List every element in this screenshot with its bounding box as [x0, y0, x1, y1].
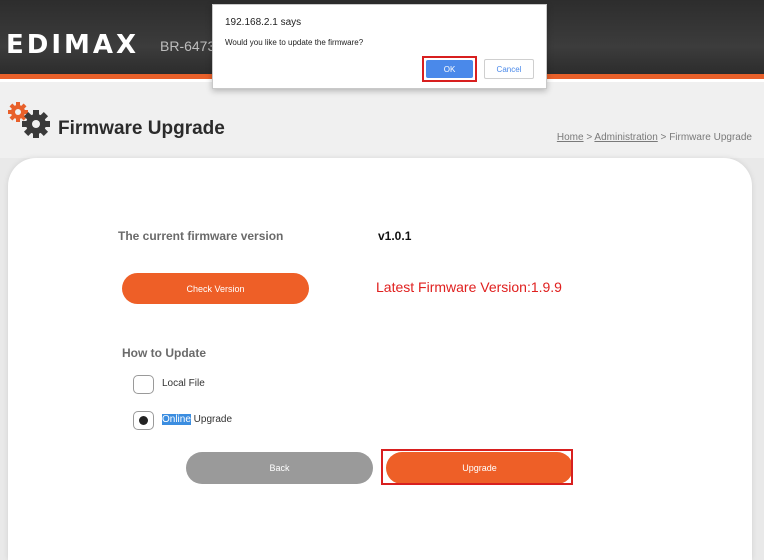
gear-icon	[8, 102, 50, 138]
model-name: BR-6473	[160, 38, 216, 54]
latest-firmware-version: Latest Firmware Version:1.9.9	[376, 279, 562, 295]
ok-highlight-box	[422, 56, 477, 82]
breadcrumb-administration[interactable]: Administration	[594, 132, 657, 143]
check-version-button[interactable]: Check Version	[122, 273, 309, 304]
content-card	[8, 158, 752, 560]
current-firmware-label: The current firmware version	[118, 229, 284, 243]
online-upgrade-radio[interactable]	[133, 411, 154, 430]
confirm-dialog: 192.168.2.1 says Would you like to updat…	[212, 4, 547, 89]
how-to-update-label: How to Update	[122, 346, 206, 360]
dialog-message: Would you like to update the firmware?	[225, 38, 364, 47]
radio-selected-dot	[139, 416, 148, 425]
breadcrumb-home[interactable]: Home	[557, 132, 584, 143]
local-file-label[interactable]: Local File	[162, 378, 205, 389]
dialog-cancel-button[interactable]: Cancel	[484, 59, 534, 79]
edimax-logo: EDIMAX	[6, 30, 140, 60]
online-upgrade-label[interactable]: Online Upgrade	[162, 414, 232, 425]
online-upgrade-label-rest: Upgrade	[190, 414, 233, 425]
page-title: Firmware Upgrade	[58, 118, 225, 139]
online-highlighted-text: Online	[162, 414, 191, 425]
back-button[interactable]: Back	[186, 452, 373, 484]
current-firmware-version: v1.0.1	[378, 229, 412, 243]
local-file-radio[interactable]	[133, 375, 154, 394]
breadcrumb-separator: >	[657, 132, 670, 143]
breadcrumb: Home > Administration > Firmware Upgrade	[557, 132, 752, 143]
dialog-title: 192.168.2.1 says	[225, 17, 302, 28]
breadcrumb-current: Firmware Upgrade	[669, 132, 752, 143]
breadcrumb-separator: >	[583, 132, 595, 143]
upgrade-highlight-box	[381, 449, 573, 485]
